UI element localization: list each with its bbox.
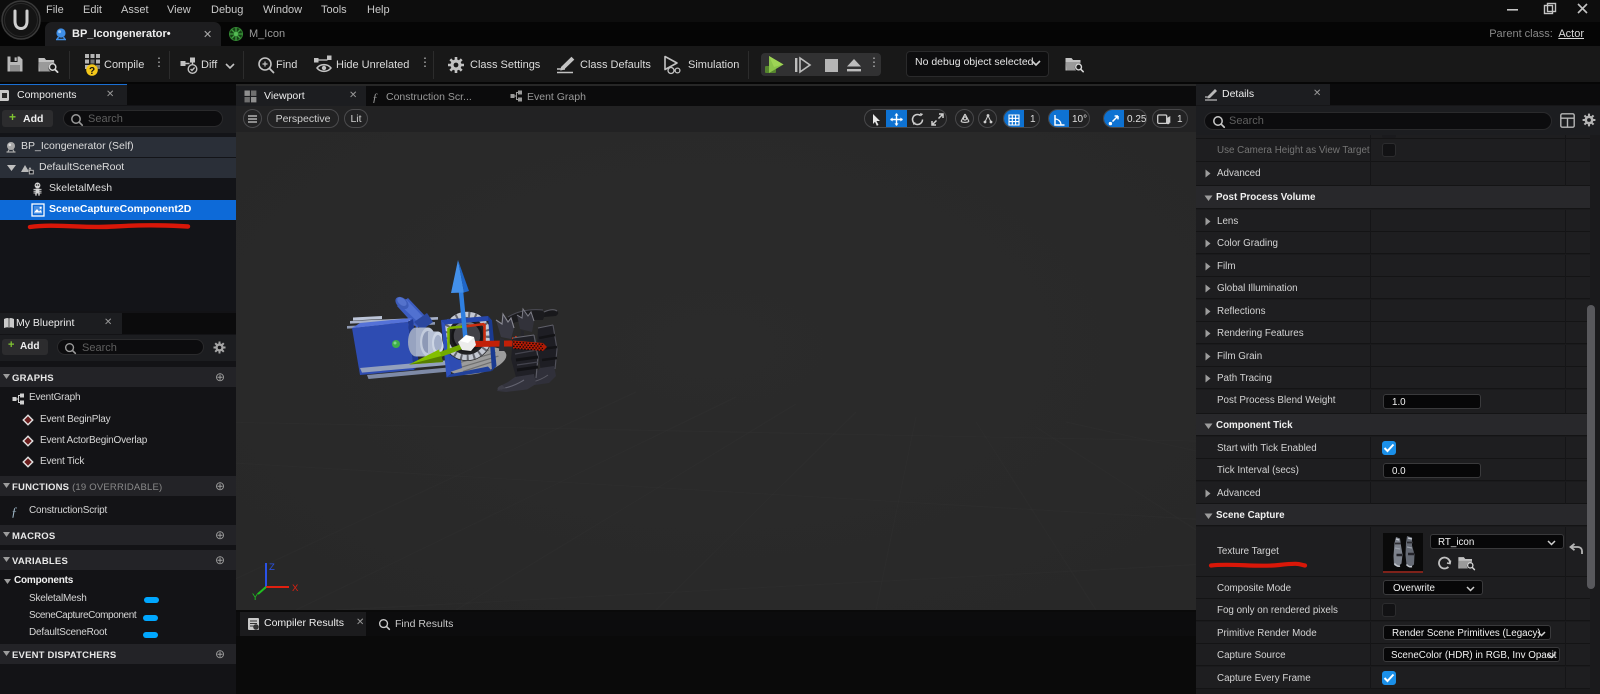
svg-text:Y: Y bbox=[252, 592, 259, 603]
svg-text:X: X bbox=[292, 583, 299, 594]
svg-text:?: ? bbox=[89, 66, 95, 77]
svg-text:Z: Z bbox=[269, 562, 275, 573]
